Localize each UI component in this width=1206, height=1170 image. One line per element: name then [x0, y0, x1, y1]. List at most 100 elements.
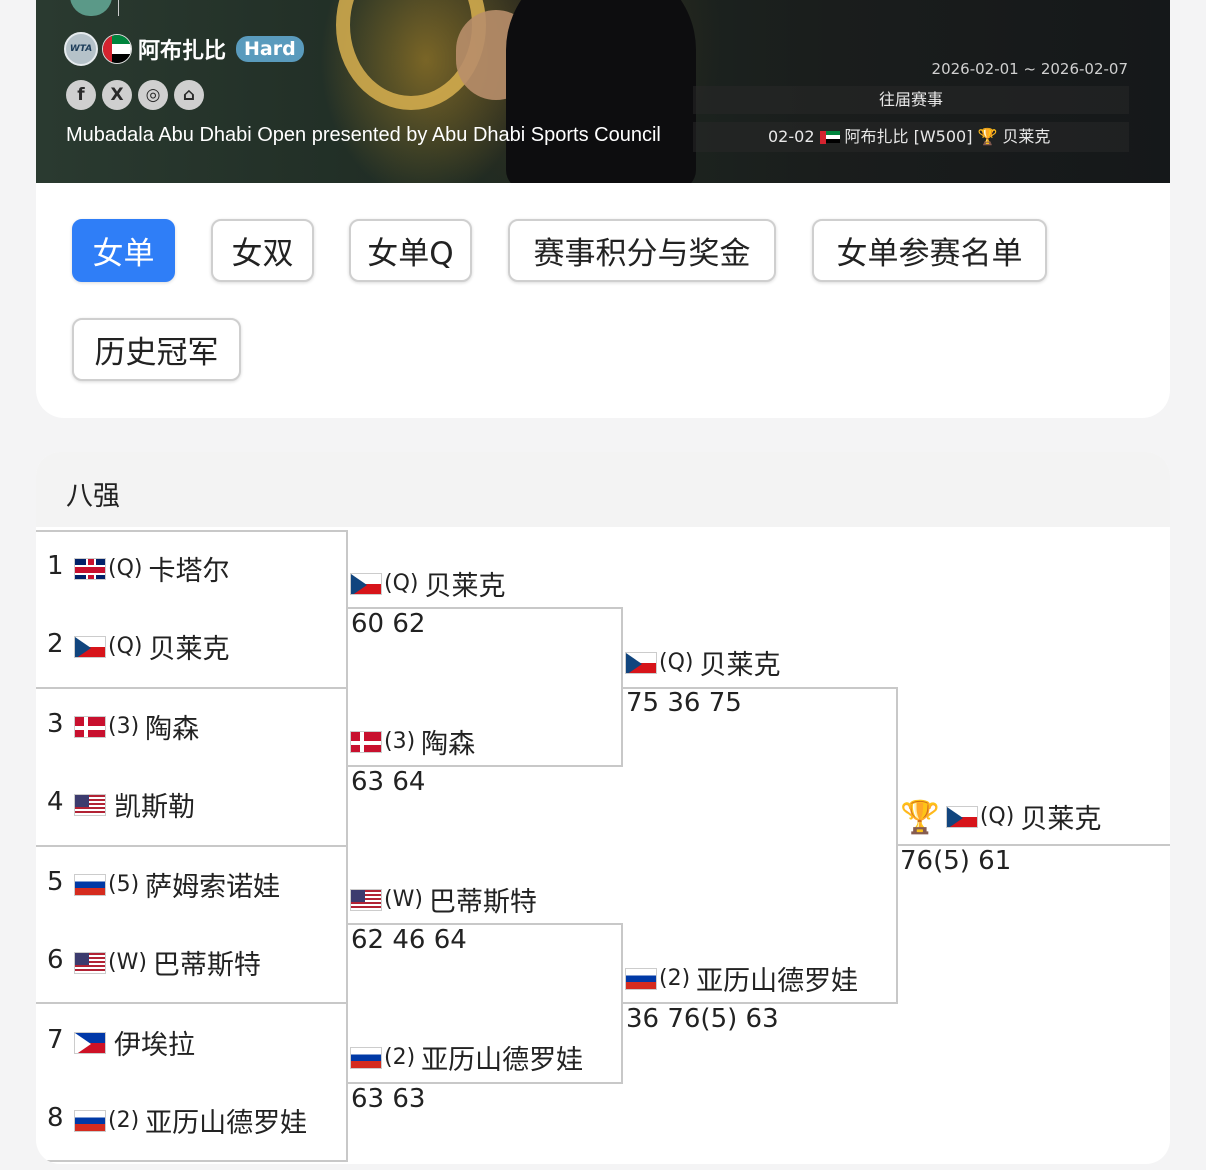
- usa-flag-icon: [350, 888, 382, 911]
- match-score: 63 64: [351, 767, 426, 797]
- player-seed: (W): [384, 887, 423, 912]
- surface-badge: Hard: [236, 36, 304, 62]
- philippines-flag-icon: [74, 1031, 106, 1054]
- tournament-full-name: Mubadala Abu Dhabi Open presented by Abu…: [66, 124, 661, 146]
- player-seed: (2): [659, 966, 691, 991]
- denmark-flag-icon: [350, 730, 382, 753]
- russia-flag-icon: [350, 1046, 382, 1069]
- player-entry[interactable]: (5) 萨姆索诺娃: [74, 865, 280, 904]
- player-name: 伊埃拉: [114, 1030, 195, 1061]
- bracket-header: 八强: [36, 452, 1170, 527]
- tab-womens-doubles[interactable]: 女双: [211, 219, 314, 282]
- player-entry[interactable]: (2) 亚历山德罗娃: [74, 1101, 307, 1140]
- denmark-flag-icon: [74, 715, 106, 738]
- player-entry[interactable]: 凯斯勒: [74, 785, 195, 824]
- tournament-city: 阿布扎比: [138, 39, 227, 64]
- player-entry[interactable]: 伊埃拉: [74, 1023, 195, 1062]
- bracket-line: [346, 530, 348, 1162]
- wta-logo-icon: WTA: [64, 32, 98, 66]
- player-seed: (Q): [108, 634, 143, 659]
- player-name: 贝莱克: [424, 571, 506, 602]
- tab-womens-singles[interactable]: 女单: [72, 219, 175, 282]
- tab-past-champions[interactable]: 历史冠军: [72, 318, 241, 381]
- match-score: 60 62: [351, 609, 426, 639]
- tournament-date-range: 2026-02-01 ~ 2026-02-07: [931, 60, 1128, 78]
- instagram-icon[interactable]: ◎: [138, 80, 168, 110]
- player-seed: (Q): [979, 804, 1015, 829]
- player-name: 陶森: [145, 714, 200, 745]
- bracket-line: [36, 1160, 347, 1162]
- tournament-banner: WTA 阿布扎比 Hard f X ◎ ⌂ Mubadala Abu Dhabi…: [36, 0, 1170, 183]
- player-name: 亚历山德罗娃: [421, 1045, 584, 1076]
- russia-flag-icon: [74, 873, 106, 896]
- trophy-icon: 🏆: [900, 797, 940, 836]
- past-editions-button[interactable]: 往届赛事: [693, 86, 1129, 114]
- czech-flag-icon: [350, 572, 382, 595]
- czech-flag-icon: [625, 651, 657, 674]
- russia-flag-icon: [625, 967, 657, 990]
- player-seed: (W): [108, 950, 147, 975]
- bracket-line: [36, 845, 347, 847]
- social-links: f X ◎ ⌂: [66, 80, 204, 110]
- player-seed: (Q): [384, 571, 419, 596]
- home-icon[interactable]: ⌂: [174, 80, 204, 110]
- draw-position: 1: [47, 551, 64, 581]
- player-name: 萨姆索诺娃: [145, 872, 281, 903]
- player-seed: (2): [108, 1108, 140, 1133]
- player-seed: (Q): [108, 556, 143, 581]
- draw-position: 8: [47, 1103, 64, 1133]
- player-name: 亚历山德罗娃: [145, 1108, 308, 1139]
- tab-points-and-prize-money[interactable]: 赛事积分与奖金: [508, 219, 776, 282]
- sponsor-logo: [118, 0, 144, 16]
- czech-flag-icon: [945, 805, 978, 828]
- past-edition-item[interactable]: 02-02 阿布扎比 [W500] 🏆 贝莱克: [693, 122, 1129, 152]
- player-name: 贝莱克: [148, 634, 230, 665]
- player-entry[interactable]: (Q) 卡塔尔: [74, 549, 229, 588]
- past-edition-date: 02-02: [768, 127, 815, 146]
- match-score: 75 36 75: [626, 688, 742, 718]
- draw-bracket-card: 八强 1 (Q) 卡塔尔 2 (Q) 贝莱克 3 (3) 陶森 4 凯斯勒 5 …: [36, 452, 1170, 1164]
- bracket-line: [36, 530, 347, 532]
- player-seed: (3): [384, 729, 416, 754]
- match-score: 62 46 64: [351, 925, 467, 955]
- player-entry[interactable]: (Q) 贝莱克: [74, 627, 229, 666]
- player-seed: (5): [108, 872, 140, 897]
- player-name: 凯斯勒: [114, 792, 195, 823]
- draw-position: 3: [47, 709, 64, 739]
- final-entry[interactable]: (2) 亚历山德罗娃: [625, 959, 858, 998]
- uae-flag-icon: [102, 34, 132, 64]
- player-name: 巴蒂斯特: [428, 887, 537, 918]
- draw-position: 6: [47, 945, 64, 975]
- champion-entry[interactable]: 🏆 (Q) 贝莱克: [900, 797, 1101, 836]
- past-edition-champion: 贝莱克: [1002, 127, 1051, 146]
- semifinal-entry[interactable]: (Q) 贝莱克: [350, 564, 505, 603]
- tournament-info-row: WTA 阿布扎比 Hard: [64, 32, 304, 66]
- player-seed: (2): [384, 1045, 416, 1070]
- usa-flag-icon: [74, 951, 106, 974]
- draw-position: 4: [47, 787, 64, 817]
- banner-player-outfit: [506, 0, 696, 183]
- bracket-line: [36, 1002, 347, 1004]
- match-score: 36 76(5) 63: [626, 1004, 779, 1034]
- player-entry[interactable]: (W) 巴蒂斯特: [74, 943, 261, 982]
- facebook-icon[interactable]: f: [66, 80, 96, 110]
- semifinal-entry[interactable]: (3) 陶森: [350, 722, 475, 761]
- tab-entry-list[interactable]: 女单参赛名单: [812, 219, 1047, 282]
- uae-flag-icon: [819, 130, 840, 144]
- draw-position: 2: [47, 629, 64, 659]
- player-entry[interactable]: (3) 陶森: [74, 707, 199, 746]
- past-edition-city: 阿布扎比 [W500]: [844, 127, 973, 146]
- player-name: 陶森: [421, 729, 476, 760]
- bracket-line: [36, 687, 347, 689]
- tab-womens-singles-qualifying[interactable]: 女单Q: [349, 219, 472, 282]
- x-icon[interactable]: X: [102, 80, 132, 110]
- russia-flag-icon: [74, 1109, 106, 1132]
- uk-flag-icon: [74, 557, 106, 580]
- tournament-logo: [70, 0, 112, 16]
- draw-position: 7: [47, 1025, 64, 1055]
- usa-flag-icon: [74, 793, 106, 816]
- semifinal-entry[interactable]: (W) 巴蒂斯特: [350, 880, 537, 919]
- semifinal-entry[interactable]: (2) 亚历山德罗娃: [350, 1038, 583, 1077]
- final-entry[interactable]: (Q) 贝莱克: [625, 643, 780, 682]
- match-score: 63 63: [351, 1084, 426, 1114]
